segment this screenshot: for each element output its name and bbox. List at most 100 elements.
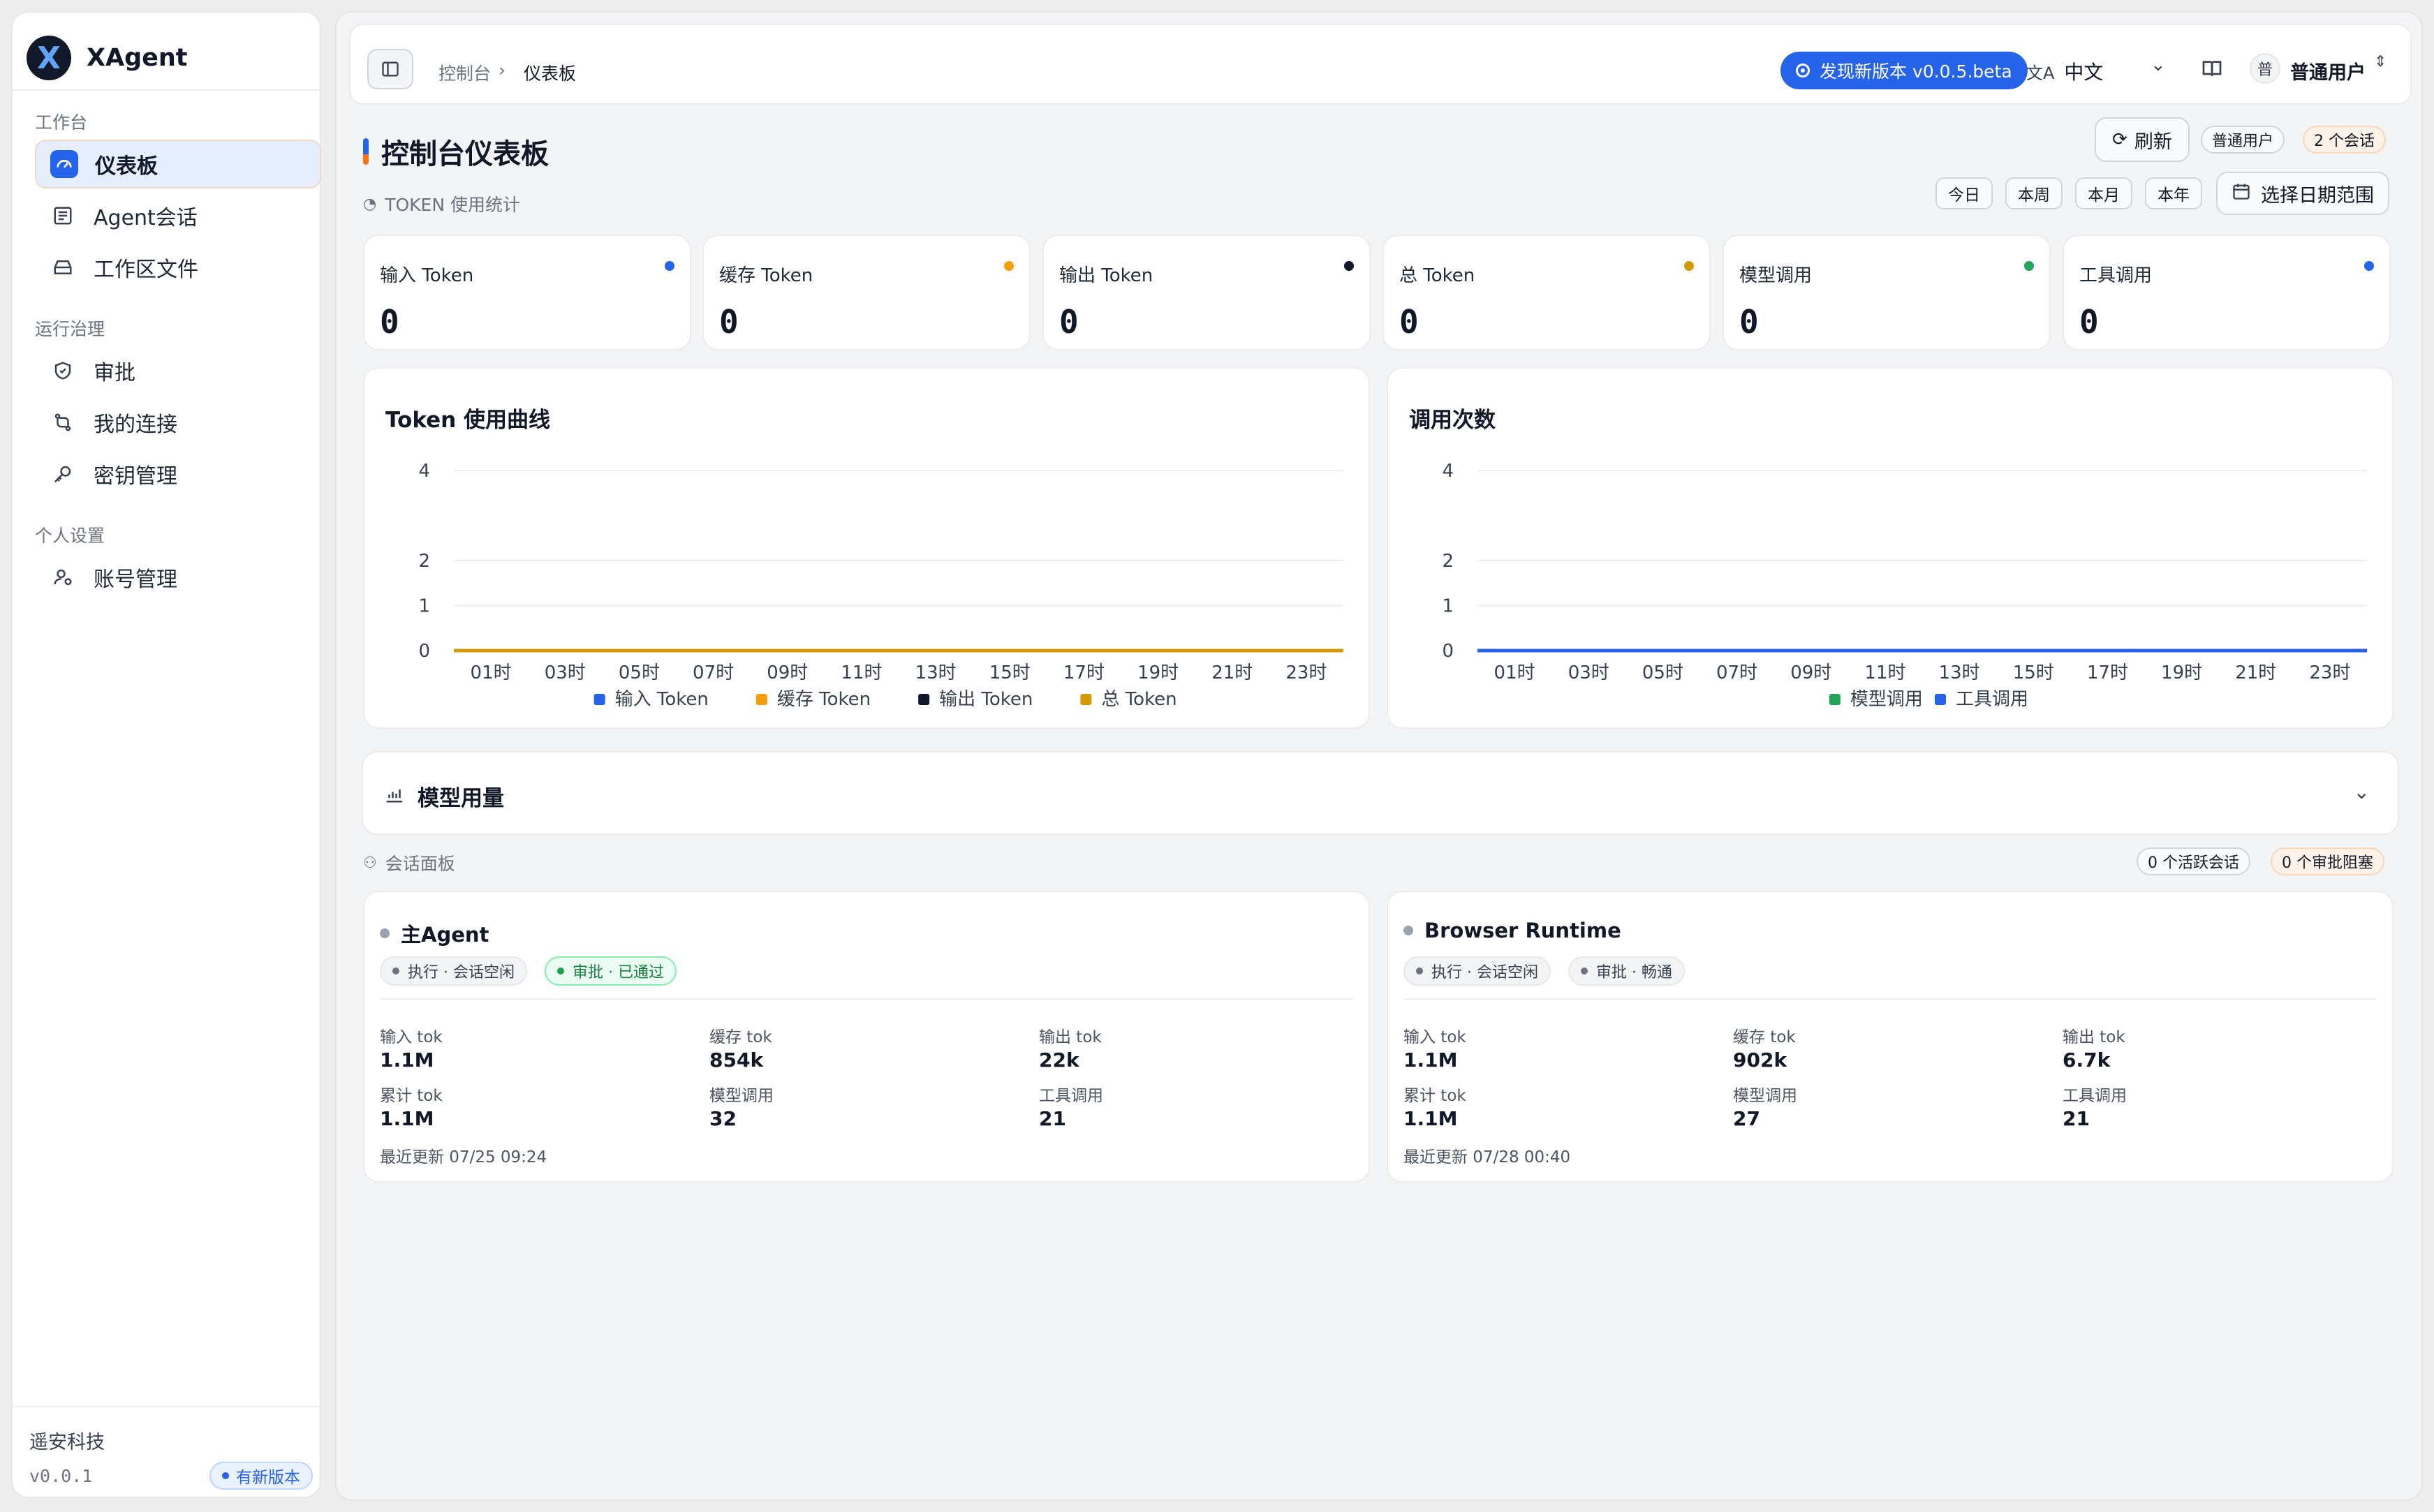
- sidebar-item-label: 密钥管理: [94, 464, 177, 489]
- chevron-down-icon[interactable]: ⌄: [2151, 54, 2166, 75]
- brand[interactable]: X XAgent: [27, 34, 188, 82]
- sidebar-item-label: Agent会话: [94, 206, 198, 230]
- date-range-picker-button[interactable]: 选择日期范围: [2216, 172, 2389, 215]
- divider: [13, 1406, 320, 1407]
- panel-left-icon: [382, 61, 399, 77]
- user-menu[interactable]: 普通用户: [2290, 57, 2366, 84]
- sidebar-item-keys[interactable]: 密钥管理: [35, 450, 321, 498]
- x-tick-label: 09时: [1790, 662, 1831, 683]
- legend-label: 输出 Token: [939, 689, 1033, 710]
- sidebar-item-account[interactable]: 账号管理: [35, 553, 321, 602]
- stat-card-tool-calls: 工具调用 0: [2063, 235, 2391, 350]
- metric-value: 1.1M: [380, 1107, 434, 1130]
- metric-label: 缓存 tok: [709, 1028, 772, 1046]
- legend-swatch: [1935, 694, 1946, 705]
- app-name: XAgent: [87, 44, 188, 72]
- connection-icon: [49, 408, 77, 436]
- x-tick-label: 21时: [2235, 662, 2276, 683]
- target-icon: [1796, 64, 1810, 77]
- sidebar: X XAgent 工作台 仪表板 Agent会话 工作区文件 运行治理 审批 我…: [11, 11, 321, 1498]
- x-tick-label: 23时: [1285, 662, 1327, 683]
- sidebar-item-agent-sessions[interactable]: Agent会话: [35, 191, 321, 240]
- x-tick-label: 11时: [841, 662, 882, 683]
- x-tick-label: 07时: [693, 662, 734, 683]
- refresh-button[interactable]: ⟳ 刷新: [2095, 117, 2190, 162]
- breadcrumb-dashboard: 仪表板: [524, 64, 577, 84]
- y-tick-label: 2: [1442, 551, 1454, 572]
- chevron-down-icon[interactable]: ⌄: [2354, 780, 2370, 803]
- stat-card-cache-token: 缓存 Token 0: [702, 235, 1031, 350]
- metric-value: 21: [2063, 1107, 2090, 1130]
- translate-icon: 文A: [2026, 63, 2055, 83]
- status-dot-icon: [380, 928, 390, 938]
- session-count-badge: 2 个会话: [2303, 126, 2386, 154]
- status-badge: 审批 · 畅通: [1568, 956, 1685, 986]
- legend-label: 缓存 Token: [777, 689, 871, 710]
- range-week-button[interactable]: 本周: [2005, 177, 2063, 209]
- chevron-up-down-icon[interactable]: ⇕: [2374, 53, 2387, 71]
- metric-value: 854k: [709, 1048, 764, 1072]
- session-name: 主Agent: [401, 923, 489, 947]
- stat-card-input-token: 输入 Token 0: [363, 235, 691, 350]
- calendar-icon: [2232, 181, 2251, 206]
- avatar[interactable]: 普: [2250, 53, 2280, 84]
- metric-label: 工具调用: [2063, 1087, 2127, 1105]
- sidebar-toggle-button[interactable]: [367, 49, 413, 89]
- connection-icon: ⚇: [363, 854, 377, 872]
- session-card[interactable]: 主Agent 执行 · 会话空闲 审批 · 已通过 输入 tok 1.1M 缓存…: [363, 891, 1370, 1183]
- sidebar-item-connections[interactable]: 我的连接: [35, 398, 321, 447]
- sidebar-item-workspace-files[interactable]: 工作区文件: [35, 243, 321, 292]
- metric-label: 输入 tok: [380, 1028, 443, 1046]
- last-updated: 最近更新 07/25 09:24: [380, 1148, 547, 1166]
- x-tick-label: 09时: [767, 662, 808, 683]
- legend-item[interactable]: 缓存 Token: [755, 689, 871, 710]
- metric-label: 工具调用: [1039, 1087, 1103, 1105]
- y-tick-label: 2: [418, 551, 430, 572]
- divider: [380, 998, 1353, 1000]
- legend-label: 输入 Token: [615, 689, 709, 710]
- session-header: Browser Runtime: [1403, 919, 1621, 942]
- nav-group-governance: 运行治理: [35, 319, 105, 339]
- divider: [1403, 998, 2377, 1000]
- x-tick-label: 21时: [1211, 662, 1253, 683]
- x-tick-label: 17时: [2087, 662, 2128, 683]
- session-panel-label: ⚇ 会话面板: [363, 854, 455, 874]
- stat-card-output-token: 输出 Token 0: [1042, 235, 1371, 350]
- session-card[interactable]: Browser Runtime 执行 · 会话空闲 审批 · 畅通 输入 tok…: [1387, 891, 2394, 1183]
- legend-item[interactable]: 输出 Token: [918, 689, 1033, 710]
- range-today-button[interactable]: 今日: [1935, 177, 1993, 209]
- stat-color-dot: [1004, 261, 1014, 271]
- legend-item[interactable]: 总 Token: [1080, 689, 1177, 710]
- model-usage-panel[interactable]: 模型用量 ⌄: [362, 751, 2399, 835]
- last-updated: 最近更新 07/28 00:40: [1403, 1148, 1571, 1166]
- legend-item[interactable]: 模型调用: [1829, 689, 1923, 710]
- stat-card-model-calls: 模型调用 0: [1723, 235, 2051, 350]
- stat-value: 0: [719, 303, 739, 341]
- legend-item[interactable]: 工具调用: [1935, 689, 2028, 710]
- stat-label: 缓存 Token: [719, 265, 813, 286]
- range-month-button[interactable]: 本月: [2075, 177, 2132, 209]
- call-count-chart-card: 调用次数 0 1 2 4 01时 03时 05时 07时 09时 11时 13时 15时 17时 19时 2…: [1387, 367, 2394, 729]
- metric-value: 22k: [1039, 1048, 1079, 1072]
- message-list-icon: [49, 202, 77, 230]
- stat-value: 0: [2079, 303, 2099, 341]
- x-tick-label: 23时: [2309, 662, 2350, 683]
- metric-value: 27: [1733, 1107, 1760, 1130]
- legend-item[interactable]: 输入 Token: [593, 689, 709, 710]
- sidebar-item-dashboard[interactable]: 仪表板: [35, 140, 321, 188]
- active-sessions-badge: 0 个活跃会话: [2137, 847, 2250, 875]
- x-tick-label: 19时: [2161, 662, 2202, 683]
- y-tick-label: 0: [1442, 641, 1454, 662]
- shield-check-icon: [49, 357, 77, 385]
- breadcrumb-console[interactable]: 控制台: [438, 60, 491, 85]
- stat-label: 输出 Token: [1059, 265, 1153, 286]
- update-available-button[interactable]: 发现新版本 v0.0.5.beta: [1780, 52, 2028, 89]
- range-year-button[interactable]: 本年: [2145, 177, 2202, 209]
- status-badge: 审批 · 已通过: [545, 956, 677, 986]
- book-icon[interactable]: [2201, 57, 2223, 80]
- language-selector[interactable]: 文A 中文: [2026, 57, 2103, 85]
- stat-color-dot: [2364, 261, 2374, 271]
- new-version-badge[interactable]: 有新版本: [209, 1462, 313, 1490]
- sidebar-item-approval[interactable]: 审批: [35, 346, 321, 395]
- y-tick-label: 4: [418, 461, 430, 482]
